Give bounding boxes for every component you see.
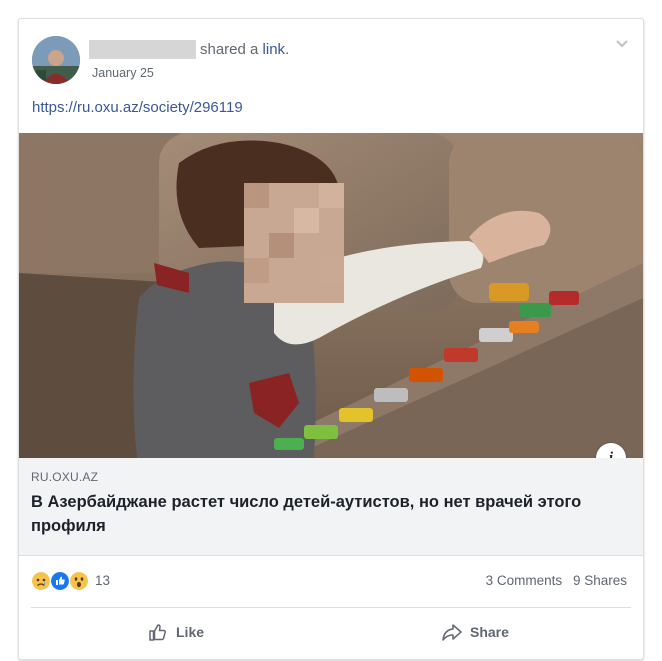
- engagement-stats: 3 Comments 9 Shares: [479, 573, 627, 588]
- comments-count[interactable]: 3 Comments: [486, 573, 563, 588]
- link-domain: RU.OXU.AZ: [31, 470, 99, 484]
- share-label: Share: [470, 624, 509, 640]
- post-date[interactable]: January 25: [92, 66, 154, 80]
- share-button[interactable]: Share: [441, 619, 509, 645]
- wow-reaction-icon: [69, 571, 89, 591]
- shared-link-word[interactable]: link: [263, 41, 286, 58]
- link-preview-box[interactable]: RU.OXU.AZ В Азербайджане растет число де…: [19, 458, 643, 556]
- chevron-down-icon[interactable]: [615, 39, 629, 49]
- reaction-count[interactable]: 13: [95, 573, 110, 588]
- sad-reaction-icon: [31, 571, 51, 591]
- shared-prefix: shared a: [200, 41, 263, 58]
- post-card: shared a link. January 25 https://ru.oxu…: [18, 18, 644, 660]
- like-button[interactable]: Like: [147, 619, 204, 645]
- divider: [31, 607, 631, 608]
- link-headline[interactable]: В Азербайджане растет число детей-аутист…: [31, 490, 611, 538]
- avatar[interactable]: [32, 36, 80, 84]
- thumbs-up-icon: [149, 624, 166, 641]
- shared-text: shared a link.: [200, 40, 289, 59]
- post-url-link[interactable]: https://ru.oxu.az/society/296119: [32, 99, 243, 116]
- shared-suffix: .: [285, 41, 290, 58]
- like-reaction-icon: [50, 571, 70, 591]
- link-preview-image[interactable]: [19, 133, 643, 458]
- share-arrow-icon: [442, 624, 462, 641]
- shares-count[interactable]: 9 Shares: [573, 573, 627, 588]
- like-label: Like: [176, 624, 205, 640]
- redacted-author-name[interactable]: [89, 40, 196, 59]
